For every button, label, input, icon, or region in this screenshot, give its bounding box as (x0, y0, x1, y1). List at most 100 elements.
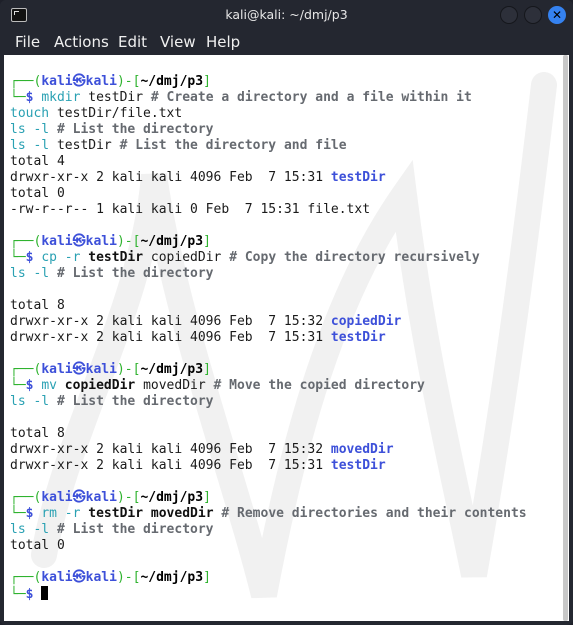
prompt-frame: )-[ (116, 74, 141, 89)
scrollbar[interactable] (563, 55, 569, 621)
maximize-button[interactable] (524, 6, 542, 24)
command-comment: # List the directory (56, 122, 214, 137)
command-arg: movedDir (150, 506, 214, 521)
prompt-frame: └─ (10, 250, 26, 265)
prompt-frame: ┌──( (10, 234, 42, 249)
output-line: drwxr-xr-x 2 kali kali 4096 Feb 7 15:31 … (10, 170, 527, 186)
output-text: drwxr-xr-x 2 kali kali 4096 Feb 7 15:31 (10, 458, 331, 473)
command-comment: # Copy the directory recursively (229, 250, 480, 265)
prompt-dollar: $ (25, 250, 42, 265)
minimize-button[interactable] (500, 6, 518, 24)
output-text: drwxr-xr-x 2 kali kali 4096 Feb 7 15:31 (10, 170, 331, 185)
output-text: drwxr-xr-x 2 kali kali 4096 Feb 7 15:31 (10, 330, 331, 345)
prompt-dollar: $ (25, 378, 42, 393)
output-text: total 4 (10, 154, 65, 169)
menu-view[interactable]: View (160, 33, 196, 51)
menu-help[interactable]: Help (206, 33, 240, 51)
menu-edit[interactable]: Edit (118, 33, 147, 51)
command-line: └─$ cp -r testDir copiedDir # Copy the d… (10, 250, 527, 266)
output-line: total 4 (10, 154, 527, 170)
prompt-at-symbol: ㉿ (72, 234, 86, 249)
command-name: ls -l (10, 522, 50, 537)
text-cursor[interactable] (41, 586, 49, 600)
scrollbar-thumb[interactable] (563, 55, 568, 621)
command-line: └─$ mkdir testDir # Create a directory a… (10, 90, 527, 106)
window-title: kali@kali: ~/dmj/p3 (225, 7, 348, 22)
prompt-path: ~/dmj/p3 (140, 74, 204, 89)
command-comment: # Move the copied directory (213, 378, 425, 393)
prompt-frame: ] (203, 74, 211, 89)
prompt-frame: ┌──( (10, 490, 42, 505)
prompt-user: kali (41, 234, 73, 249)
command-continuation: touch testDir/file.txt (10, 106, 527, 122)
prompt-user: kali (41, 570, 73, 585)
command-arg: testDir/file.txt (56, 106, 183, 121)
command-line: └─$ mv copiedDir movedDir # Move the cop… (10, 378, 527, 394)
prompt-path: ~/dmj/p3 (140, 570, 204, 585)
output-line: total 8 (10, 426, 527, 442)
prompt-path: ~/dmj/p3 (140, 490, 204, 505)
command-name: rm -r (41, 506, 81, 521)
command-arg: movedDir (143, 378, 206, 393)
command-name: ls -l (10, 122, 50, 137)
prompt-header: ┌──(kali㉿kali)-[~/dmj/p3] (10, 74, 527, 90)
prompt-at-symbol: ㉿ (72, 74, 86, 89)
output-text: drwxr-xr-x 2 kali kali 4096 Feb 7 15:32 (10, 314, 331, 329)
command-continuation: ls -l # List the directory (10, 266, 527, 282)
command-continuation: ls -l # List the directory (10, 122, 527, 138)
command-name: ls -l (10, 394, 50, 409)
output-line: drwxr-xr-x 2 kali kali 4096 Feb 7 15:31 … (10, 458, 527, 474)
command-arg: copiedDir (64, 378, 136, 393)
prompt-frame: └─ (10, 378, 26, 393)
menu-actions[interactable]: Actions (54, 33, 109, 51)
prompt-path: ~/dmj/p3 (140, 234, 204, 249)
output-text: -rw-r--r-- 1 kali kali 0 Feb 7 15:31 fil… (10, 202, 371, 217)
output-line: total 8 (10, 298, 527, 314)
menu-bar: File Actions Edit View Help (0, 30, 573, 55)
title-bar[interactable]: kali@kali: ~/dmj/p3 ✕ (0, 0, 573, 30)
prompt-host: kali (85, 490, 117, 505)
prompt-host: kali (85, 570, 117, 585)
prompt-frame: └─ (10, 506, 26, 521)
prompt-host: kali (85, 362, 117, 377)
command-name: mkdir (41, 90, 81, 105)
prompt-frame: )-[ (116, 234, 141, 249)
directory-name: copiedDir (330, 314, 402, 329)
directory-name: movedDir (330, 442, 394, 457)
prompt-frame: ] (203, 362, 211, 377)
prompt-frame: )-[ (116, 362, 141, 377)
command-arg: testDir (56, 138, 112, 153)
output-line: drwxr-xr-x 2 kali kali 4096 Feb 7 15:31 … (10, 330, 527, 346)
prompt-header: ┌──(kali㉿kali)-[~/dmj/p3] (10, 570, 527, 586)
close-button[interactable]: ✕ (548, 6, 566, 24)
command-line: └─$ rm -r testDir movedDir # Remove dire… (10, 506, 527, 522)
menu-file[interactable]: File (15, 33, 40, 51)
output-line: drwxr-xr-x 2 kali kali 4096 Feb 7 15:32 … (10, 314, 527, 330)
prompt-frame: └─ (10, 90, 26, 105)
prompt-user: kali (41, 362, 73, 377)
command-name: mv (41, 378, 57, 393)
terminal-output-area[interactable]: ┌──(kali㉿kali)-[~/dmj/p3] └─$ mkdir testD… (4, 55, 569, 621)
prompt-frame: )-[ (116, 490, 141, 505)
output-text: drwxr-xr-x 2 kali kali 4096 Feb 7 15:32 (10, 442, 331, 457)
command-comment: # List the directory and file (119, 138, 347, 153)
prompt-frame: ] (203, 234, 211, 249)
prompt-at-symbol: ㉿ (72, 570, 86, 585)
output-line: drwxr-xr-x 2 kali kali 4096 Feb 7 15:32 … (10, 442, 527, 458)
command-comment: # List the directory (56, 522, 214, 537)
terminal-lines: ┌──(kali㉿kali)-[~/dmj/p3] └─$ mkdir testD… (10, 74, 527, 602)
prompt-user: kali (41, 490, 73, 505)
output-line: total 0 (10, 538, 527, 554)
command-comment: # Create a directory and a file within i… (150, 90, 472, 105)
output-text: total 0 (10, 538, 65, 553)
prompt-at-symbol: ㉿ (72, 490, 86, 505)
prompt-frame: ┌──( (10, 362, 42, 377)
directory-name: testDir (330, 330, 386, 345)
directory-name: testDir (330, 458, 386, 473)
prompt-path: ~/dmj/p3 (140, 362, 204, 377)
command-comment: # List the directory (56, 266, 214, 281)
command-continuation: ls -l testDir # List the directory and f… (10, 138, 527, 154)
